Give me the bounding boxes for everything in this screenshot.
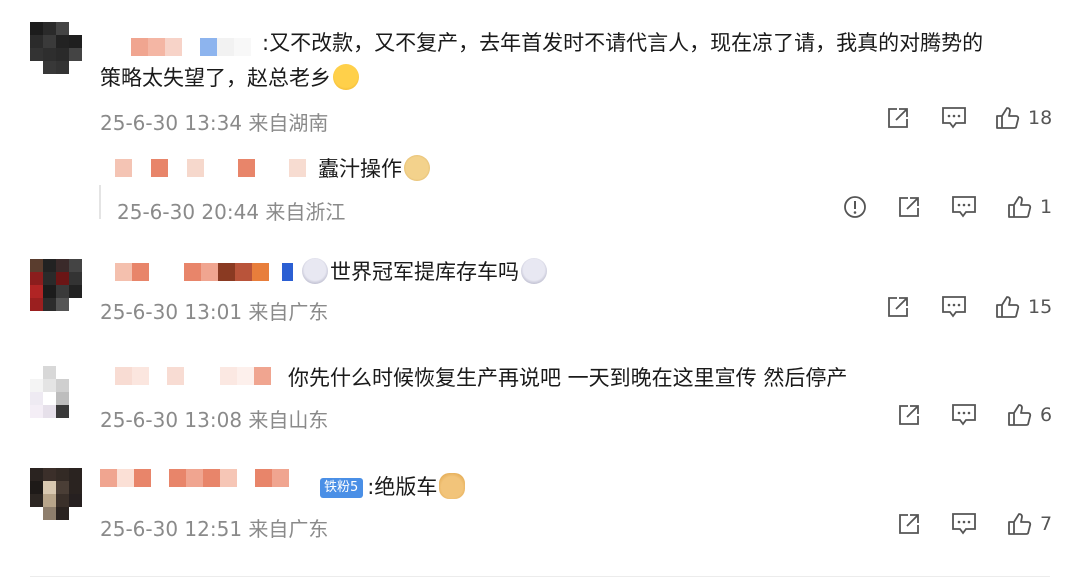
like-count: 18	[1028, 107, 1053, 129]
reply-button[interactable]	[950, 194, 978, 220]
report-icon	[844, 196, 866, 218]
share-button[interactable]	[896, 402, 922, 428]
report-button[interactable]	[842, 194, 868, 220]
like-button[interactable]: 7	[1006, 511, 1052, 537]
comment-icon	[952, 404, 976, 426]
username-blurred[interactable]	[115, 159, 306, 177]
reply-indent-bar	[99, 185, 101, 219]
comment-text: :又不改款，又不复产，去年首发时不请代言人，现在凉了请，我真的对腾势的	[262, 31, 984, 55]
share-icon	[899, 197, 919, 217]
thumbs-up-emoji-icon	[439, 473, 466, 499]
shocked-emoji-icon	[521, 258, 547, 284]
like-count: 6	[1040, 404, 1053, 426]
comment-text: 世界冠军提库存车吗	[302, 255, 547, 289]
share-icon	[899, 514, 919, 534]
doge-emoji-icon	[404, 155, 430, 181]
timestamp: 25-6-30 12:51	[100, 517, 243, 541]
timestamp: 25-6-30 13:01	[100, 300, 243, 324]
share-button[interactable]	[885, 294, 911, 320]
like-icon	[996, 107, 1020, 129]
username-blurred[interactable]	[115, 367, 271, 385]
like-icon	[1008, 404, 1032, 426]
comment-text-continued: 策略太失望了，赵总老乡	[100, 61, 359, 95]
reply-button[interactable]	[940, 294, 968, 320]
share-button[interactable]	[896, 511, 922, 537]
reply-button[interactable]	[950, 511, 978, 537]
comment-icon	[942, 107, 966, 129]
timestamp: 25-6-30 13:08	[100, 408, 243, 432]
reply-button[interactable]	[950, 402, 978, 428]
crying-emoji-icon	[333, 64, 359, 90]
username-blurred[interactable]	[115, 263, 293, 281]
like-button[interactable]: 1	[1006, 194, 1052, 220]
comment-text: 铁粉5:绝版车	[320, 470, 466, 504]
like-count: 1	[1040, 196, 1053, 218]
avatar[interactable]	[30, 366, 82, 418]
comment-icon	[942, 296, 966, 318]
username-blurred[interactable]	[131, 38, 251, 56]
share-icon	[888, 108, 908, 128]
like-button[interactable]: 15	[994, 294, 1052, 320]
like-count: 15	[1028, 296, 1053, 318]
comment-icon	[952, 513, 976, 535]
share-icon	[888, 297, 908, 317]
comment-text: 你先什么时候恢复生产再说吧 一天到晚在这里宣传 然后停产	[288, 366, 848, 390]
comment-meta: 25-6-30 12:51 来自广东	[100, 513, 328, 542]
timestamp: 25-6-30 20:44	[117, 200, 260, 224]
timestamp: 25-6-30 13:34	[100, 111, 243, 135]
share-button[interactable]	[896, 194, 922, 220]
fan-badge[interactable]: 铁粉5	[320, 478, 364, 498]
reply-button[interactable]	[940, 105, 968, 131]
location: 来自山东	[248, 408, 329, 432]
username-blurred[interactable]	[100, 469, 310, 501]
location: 来自广东	[248, 300, 329, 324]
comment-meta: 25-6-30 13:08 来自山东	[100, 404, 328, 433]
avatar[interactable]	[30, 259, 82, 311]
location: 来自湖南	[248, 111, 329, 135]
like-icon	[1008, 196, 1032, 218]
avatar[interactable]	[30, 22, 82, 74]
like-count: 7	[1040, 513, 1053, 535]
share-icon	[899, 405, 919, 425]
divider	[30, 576, 1050, 577]
comment-icon	[952, 196, 976, 218]
shocked-emoji-icon	[302, 258, 328, 284]
like-icon	[996, 296, 1020, 318]
location: 来自广东	[248, 517, 329, 541]
location: 来自浙江	[265, 200, 346, 224]
comment-meta: 25-6-30 20:44 来自浙江	[117, 196, 345, 225]
reply-text: 蠹汁操作	[318, 152, 430, 186]
like-button[interactable]: 18	[994, 105, 1052, 131]
comment-meta: 25-6-30 13:34 来自湖南	[100, 107, 328, 136]
share-button[interactable]	[885, 105, 911, 131]
comment-meta: 25-6-30 13:01 来自广东	[100, 296, 328, 325]
like-button[interactable]: 6	[1006, 402, 1052, 428]
like-icon	[1008, 513, 1032, 535]
avatar[interactable]	[30, 468, 82, 520]
